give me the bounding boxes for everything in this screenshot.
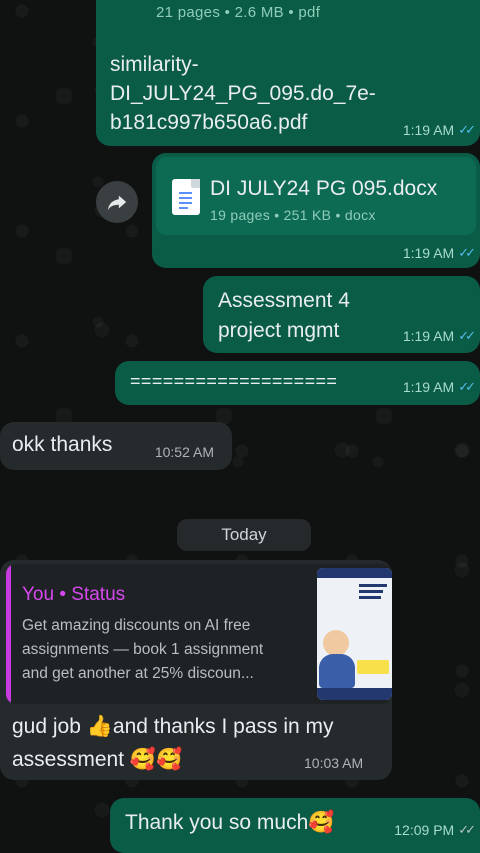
outgoing-message-assessment[interactable]: Assessment 4 project mgmt 1:19 AM ✓✓ bbox=[203, 276, 480, 353]
message-text: Assessment 4 project mgmt bbox=[218, 286, 350, 346]
message-text: okk thanks bbox=[12, 433, 113, 456]
docx-file-name: DI JULY24 PG 095.docx bbox=[210, 177, 438, 200]
status-thumbnail bbox=[317, 568, 392, 700]
time-label: 1:19 AM bbox=[402, 245, 455, 261]
quoted-status[interactable]: You • Status Get amazing discounts on AI… bbox=[6, 564, 392, 704]
date-divider: Today bbox=[177, 519, 311, 551]
pdf-message-time: 1:19 AM ✓✓ bbox=[402, 122, 476, 138]
double-check-icon: ✓✓ bbox=[458, 328, 476, 343]
time-label: 1:19 AM bbox=[402, 379, 455, 395]
message-time: 10:52 AM bbox=[155, 444, 214, 460]
double-check-icon: ✓✓ bbox=[458, 822, 476, 837]
message-text-line2: project mgmt bbox=[218, 319, 340, 342]
reply-text-segment: gud job bbox=[12, 715, 87, 738]
reply-text: gud job 👍and thanks I pass in my assessm… bbox=[12, 710, 334, 776]
docx-file-meta: 19 pages • 251 KB • docx bbox=[210, 207, 376, 223]
thumbs-up-emoji: 👍 bbox=[86, 714, 113, 738]
pdf-file-meta: 21 pages • 2.6 MB • pdf bbox=[156, 4, 321, 21]
incoming-message-okk[interactable]: okk thanks 10:52 AM bbox=[0, 422, 232, 470]
pdf-file-name-line1: similarity- bbox=[110, 53, 199, 76]
reply-text-segment: and thanks I pass in my bbox=[112, 715, 334, 738]
docx-message-time: 1:19 AM ✓✓ bbox=[402, 245, 476, 261]
pdf-file-message[interactable]: 21 pages • 2.6 MB • pdf similarity- DI_J… bbox=[96, 0, 480, 146]
time-label: 12:09 PM bbox=[394, 822, 455, 838]
message-time: 1:19 AM ✓✓ bbox=[402, 328, 476, 344]
quote-line2: assignments — book 1 assignment bbox=[22, 641, 264, 658]
smiling-hearts-emoji: 🥰 bbox=[308, 810, 335, 834]
reply-text-line1: gud job 👍and thanks I pass in my bbox=[12, 710, 334, 743]
pdf-file-name[interactable]: similarity- DI_JULY24_PG_095.do_7e- b181… bbox=[110, 50, 376, 137]
forward-arrow-icon bbox=[107, 195, 127, 211]
quote-line3: and get another at 25% discoun... bbox=[22, 665, 254, 682]
docx-file-message[interactable]: DI JULY24 PG 095.docx 19 pages • 251 KB … bbox=[152, 153, 480, 268]
double-check-icon: ✓✓ bbox=[458, 379, 476, 394]
document-icon bbox=[172, 179, 200, 215]
smiling-hearts-emoji: 🥰🥰 bbox=[129, 747, 183, 771]
message-text: =================== bbox=[130, 371, 338, 391]
message-text-segment: Thank you so much bbox=[125, 811, 309, 834]
quote-snippet: Get amazing discounts on AI free assignm… bbox=[22, 614, 316, 686]
outgoing-message-equals[interactable]: =================== 1:19 AM ✓✓ bbox=[115, 361, 480, 405]
quote-line1: Get amazing discounts on AI free bbox=[22, 617, 251, 634]
message-text: Thank you so much🥰 bbox=[125, 810, 334, 835]
reply-message-time: 10:03 AM bbox=[304, 755, 363, 771]
message-time: 12:09 PM ✓✓ bbox=[394, 822, 476, 838]
reply-text-line2: assessment 🥰🥰 bbox=[12, 743, 334, 776]
docx-file-card[interactable]: DI JULY24 PG 095.docx 19 pages • 251 KB … bbox=[156, 157, 476, 235]
time-label: 10:03 AM bbox=[304, 755, 364, 771]
time-label: 1:19 AM bbox=[402, 122, 455, 138]
double-check-icon: ✓✓ bbox=[458, 122, 476, 137]
message-time: 1:19 AM ✓✓ bbox=[402, 379, 476, 395]
quote-author: You • Status bbox=[22, 584, 126, 605]
outgoing-message-thanks[interactable]: Thank you so much🥰 12:09 PM ✓✓ bbox=[110, 798, 480, 853]
quote-accent-bar bbox=[6, 564, 11, 704]
reply-text-segment: assessment bbox=[12, 748, 130, 771]
time-label: 10:52 AM bbox=[154, 444, 214, 460]
pdf-file-name-line2: DI_JULY24_PG_095.do_7e- bbox=[110, 82, 376, 105]
double-check-icon: ✓✓ bbox=[458, 245, 476, 260]
time-label: 1:19 AM bbox=[402, 328, 455, 344]
forward-button[interactable] bbox=[96, 181, 138, 223]
message-text-line1: Assessment 4 bbox=[218, 289, 350, 312]
pdf-file-name-line3: b181c997b650a6.pdf bbox=[110, 111, 308, 134]
